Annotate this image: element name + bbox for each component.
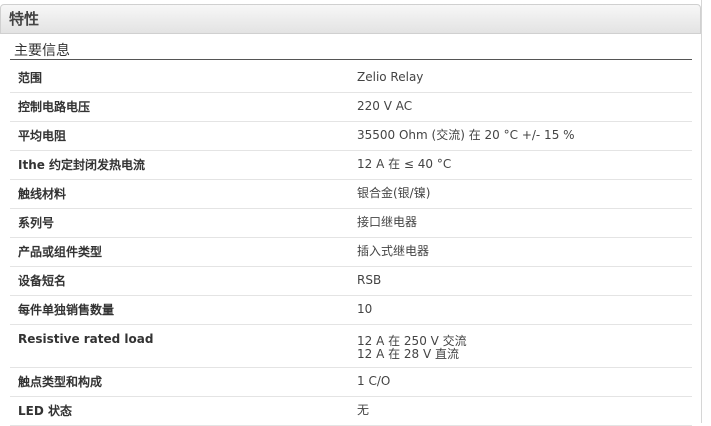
table-row: 系列号 接口继电器: [10, 209, 692, 238]
spec-value: 插入式继电器: [357, 244, 430, 258]
spec-value: Zelio Relay: [357, 70, 424, 84]
spec-value: 10: [357, 302, 373, 316]
spec-label: Resistive rated load: [18, 332, 154, 346]
characteristics-panel: 特性 主要信息 范围 Zelio Relay 控制电路电压 220 V AC 平…: [0, 0, 702, 426]
spec-value: 1 C/O: [357, 374, 391, 388]
table-row: 每件单独销售数量 10: [10, 296, 692, 325]
table-row: 设备短名 RSB: [10, 267, 692, 296]
spec-label: 每件单独销售数量: [18, 303, 115, 317]
table-row: 控制电路电压 220 V AC: [10, 93, 692, 122]
spec-value: 银合金(银/镍): [357, 186, 431, 200]
spec-value: 220 V AC: [357, 99, 413, 113]
table-row: LED 状态 无: [10, 397, 692, 426]
spec-label: Ithe 约定封闭发热电流: [18, 158, 146, 172]
spec-value: 接口继电器: [357, 215, 418, 229]
spec-label: 范围: [18, 71, 43, 85]
spec-table: 范围 Zelio Relay 控制电路电压 220 V AC 平均电阻 3550…: [10, 64, 692, 426]
table-row: 范围 Zelio Relay: [10, 64, 692, 93]
panel-title: 特性: [9, 10, 40, 28]
spec-value: 无: [357, 403, 370, 417]
spec-value: 35500 Ohm (交流) 在 20 °C +/- 15 %: [357, 128, 575, 142]
spec-label: 平均电阻: [18, 129, 67, 143]
spec-label: 设备短名: [18, 274, 67, 288]
table-row: 触点类型和构成 1 C/O: [10, 368, 692, 397]
spec-value: 12 A 在 250 V 交流 12 A 在 28 V 直流: [357, 334, 467, 361]
spec-label: 系列号: [18, 216, 55, 230]
table-row: 产品或组件类型 插入式继电器: [10, 238, 692, 267]
spec-label: 触点类型和构成: [18, 375, 103, 389]
spec-label: 产品或组件类型: [18, 245, 103, 259]
table-row: Resistive rated load 12 A 在 250 V 交流 12 …: [10, 325, 692, 368]
table-row: 触线材料 银合金(银/镍): [10, 180, 692, 209]
table-row: Ithe 约定封闭发热电流 12 A 在 ≤ 40 °C: [10, 151, 692, 180]
section-title: 主要信息: [14, 43, 70, 59]
spec-label: 触线材料: [18, 187, 67, 201]
table-row: 平均电阻 35500 Ohm (交流) 在 20 °C +/- 15 %: [10, 122, 692, 151]
spec-label: LED 状态: [18, 404, 72, 418]
spec-value: 12 A 在 ≤ 40 °C: [357, 157, 452, 171]
spec-value: RSB: [357, 273, 382, 287]
section-divider: [10, 59, 692, 60]
spec-label: 控制电路电压: [18, 100, 91, 114]
panel-header: 特性: [0, 4, 701, 34]
